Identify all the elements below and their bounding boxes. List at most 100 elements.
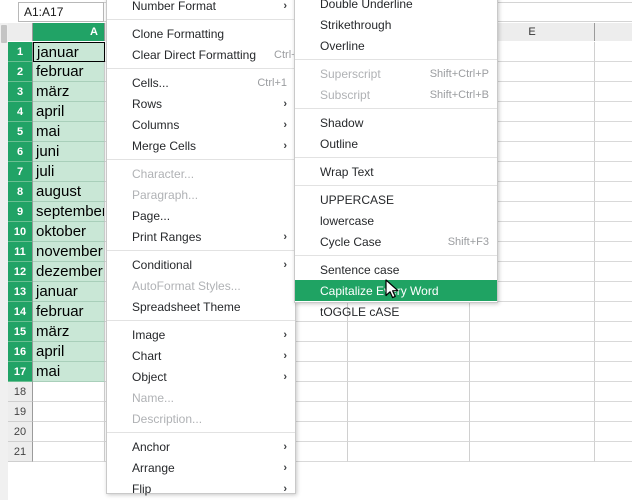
row-header-11[interactable]: 11 bbox=[8, 242, 33, 262]
text-menu-item-lowercase[interactable]: lowercase bbox=[295, 210, 497, 231]
cell-A2[interactable]: februar bbox=[33, 62, 105, 82]
cell-F19[interactable] bbox=[595, 402, 632, 422]
format-menu-item-arrange[interactable]: Arrange › bbox=[107, 457, 295, 478]
cell-A16[interactable]: april bbox=[33, 342, 105, 362]
cell-F10[interactable] bbox=[595, 222, 632, 242]
row-header-17[interactable]: 17 bbox=[8, 362, 33, 382]
cell-F16[interactable] bbox=[595, 342, 632, 362]
cell-E20[interactable] bbox=[470, 422, 595, 442]
format-menu-item-page[interactable]: Page... bbox=[107, 205, 295, 226]
format-menu-item-cells[interactable]: Cells... Ctrl+1 bbox=[107, 72, 295, 93]
cell-A10[interactable]: oktober bbox=[33, 222, 105, 242]
name-box[interactable]: A1:A17 bbox=[18, 2, 104, 22]
cell-D20[interactable] bbox=[348, 422, 470, 442]
cell-D16[interactable] bbox=[348, 342, 470, 362]
format-menu-item-merge-cells[interactable]: Merge Cells › bbox=[107, 135, 295, 156]
cell-A12[interactable]: dezember bbox=[33, 262, 105, 282]
cell-E19[interactable] bbox=[470, 402, 595, 422]
row-header-13[interactable]: 13 bbox=[8, 282, 33, 302]
cell-D15[interactable] bbox=[348, 322, 470, 342]
cell-E21[interactable] bbox=[470, 442, 595, 462]
cell-A3[interactable]: märz bbox=[33, 82, 105, 102]
cell-A4[interactable]: april bbox=[33, 102, 105, 122]
text-menu-item-uppercase[interactable]: UPPERCASE bbox=[295, 189, 497, 210]
text-menu-item-double-underline[interactable]: Double Underline bbox=[295, 0, 497, 14]
cell-F3[interactable] bbox=[595, 82, 632, 102]
format-menu-item-anchor[interactable]: Anchor › bbox=[107, 436, 295, 457]
row-header-7[interactable]: 7 bbox=[8, 162, 33, 182]
text-menu-item-cycle-case[interactable]: Cycle Case Shift+F3 bbox=[295, 231, 497, 252]
cell-F2[interactable] bbox=[595, 62, 632, 82]
text-menu-item-capitalize-every-word[interactable]: Capitalize Every Word bbox=[295, 280, 497, 301]
format-menu-item-clear-direct-formatting[interactable]: Clear Direct Formatting Ctrl+M bbox=[107, 44, 307, 65]
row-header-21[interactable]: 21 bbox=[8, 442, 33, 462]
row-header-1[interactable]: 1 bbox=[8, 42, 33, 62]
cell-A18[interactable] bbox=[33, 382, 105, 402]
row-header-2[interactable]: 2 bbox=[8, 62, 33, 82]
cell-F15[interactable] bbox=[595, 322, 632, 342]
cell-A11[interactable]: november bbox=[33, 242, 105, 262]
cell-F20[interactable] bbox=[595, 422, 632, 442]
cell-F14[interactable] bbox=[595, 302, 632, 322]
cell-A20[interactable] bbox=[33, 422, 105, 442]
row-header-12[interactable]: 12 bbox=[8, 262, 33, 282]
row-header-20[interactable]: 20 bbox=[8, 422, 33, 442]
cell-A8[interactable]: august bbox=[33, 182, 105, 202]
left-scrollbar-thumb[interactable] bbox=[1, 25, 7, 43]
format-menu-item-image[interactable]: Image › bbox=[107, 324, 295, 345]
cell-F13[interactable] bbox=[595, 282, 632, 302]
format-menu-item-chart[interactable]: Chart › bbox=[107, 345, 295, 366]
format-menu-item-number-format[interactable]: Number Format › bbox=[107, 0, 295, 16]
cell-D21[interactable] bbox=[348, 442, 470, 462]
row-header-10[interactable]: 10 bbox=[8, 222, 33, 242]
cell-F5[interactable] bbox=[595, 122, 632, 142]
cell-A19[interactable] bbox=[33, 402, 105, 422]
select-all-corner[interactable] bbox=[8, 23, 33, 41]
text-menu-item-strikethrough[interactable]: Strikethrough bbox=[295, 14, 497, 35]
cell-E15[interactable] bbox=[470, 322, 595, 342]
cell-F7[interactable] bbox=[595, 162, 632, 182]
row-header-19[interactable]: 19 bbox=[8, 402, 33, 422]
cell-D17[interactable] bbox=[348, 362, 470, 382]
left-splitter-strip[interactable] bbox=[0, 23, 8, 500]
cell-A21[interactable] bbox=[33, 442, 105, 462]
row-header-3[interactable]: 3 bbox=[8, 82, 33, 102]
cell-A17[interactable]: mai bbox=[33, 362, 105, 382]
row-header-8[interactable]: 8 bbox=[8, 182, 33, 202]
text-menu-item-overline[interactable]: Overline bbox=[295, 35, 497, 56]
row-header-15[interactable]: 15 bbox=[8, 322, 33, 342]
format-menu-item-rows[interactable]: Rows › bbox=[107, 93, 295, 114]
cell-F8[interactable] bbox=[595, 182, 632, 202]
cell-A13[interactable]: januar bbox=[33, 282, 105, 302]
format-menu-item-clone-formatting[interactable]: Clone Formatting bbox=[107, 23, 295, 44]
cell-A5[interactable]: mai bbox=[33, 122, 105, 142]
row-header-5[interactable]: 5 bbox=[8, 122, 33, 142]
cell-E16[interactable] bbox=[470, 342, 595, 362]
cell-F4[interactable] bbox=[595, 102, 632, 122]
format-menu-item-print-ranges[interactable]: Print Ranges › bbox=[107, 226, 295, 247]
row-header-9[interactable]: 9 bbox=[8, 202, 33, 222]
cell-F17[interactable] bbox=[595, 362, 632, 382]
cell-D18[interactable] bbox=[348, 382, 470, 402]
cell-A1[interactable]: januar bbox=[33, 42, 105, 62]
format-menu-item-spreadsheet-theme[interactable]: Spreadsheet Theme bbox=[107, 296, 295, 317]
cell-F12[interactable] bbox=[595, 262, 632, 282]
format-menu-item-object[interactable]: Object › bbox=[107, 366, 295, 387]
cell-F18[interactable] bbox=[595, 382, 632, 402]
cell-A6[interactable]: juni bbox=[33, 142, 105, 162]
cell-A7[interactable]: juli bbox=[33, 162, 105, 182]
cell-D19[interactable] bbox=[348, 402, 470, 422]
cell-F21[interactable] bbox=[595, 442, 632, 462]
cell-E17[interactable] bbox=[470, 362, 595, 382]
cell-F6[interactable] bbox=[595, 142, 632, 162]
cell-A9[interactable]: september bbox=[33, 202, 105, 222]
cell-F9[interactable] bbox=[595, 202, 632, 222]
format-context-menu[interactable]: Number Format › Clone Formatting Clear Dire… bbox=[106, 0, 307, 496]
cell-F1[interactable] bbox=[595, 42, 632, 62]
text-menu-item-toggle-case[interactable]: tOGGLE cASE bbox=[295, 301, 497, 322]
text-menu-item-shadow[interactable]: Shadow bbox=[295, 112, 497, 133]
column-header-a[interactable]: A bbox=[33, 23, 105, 41]
row-header-18[interactable]: 18 bbox=[8, 382, 33, 402]
text-menu-item-wrap-text[interactable]: Wrap Text bbox=[295, 161, 497, 182]
format-menu-item-columns[interactable]: Columns › bbox=[107, 114, 295, 135]
